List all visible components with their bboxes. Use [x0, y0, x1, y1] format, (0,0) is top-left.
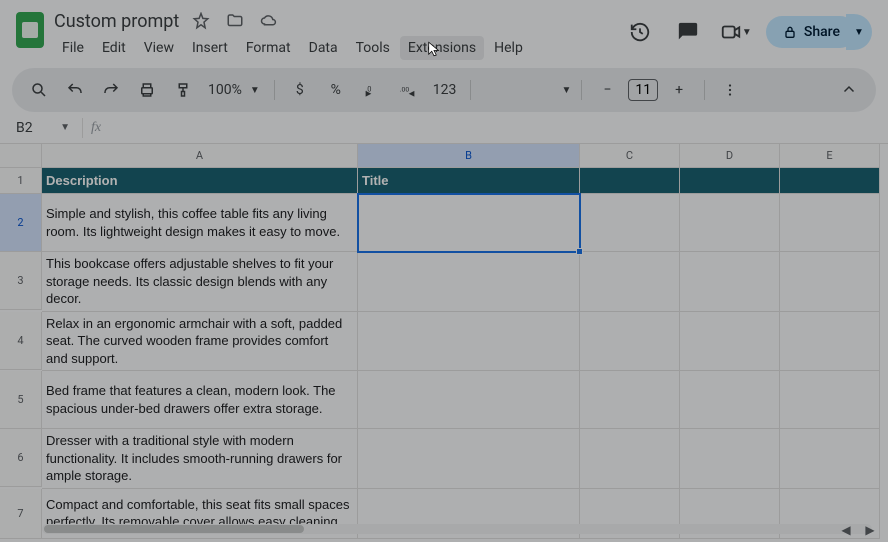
cell[interactable]	[580, 252, 680, 312]
font-size-increase[interactable]: +	[664, 75, 694, 105]
column-header-A[interactable]: A	[42, 144, 358, 167]
zoom-dropdown[interactable]: 100% ▼	[204, 82, 264, 98]
menu-help[interactable]: Help	[486, 36, 531, 60]
cell[interactable]: Title	[358, 168, 580, 194]
cell[interactable]	[580, 429, 680, 489]
menu-view[interactable]: View	[136, 36, 182, 60]
cell[interactable]	[358, 371, 580, 429]
row-header[interactable]: 2	[0, 194, 42, 252]
font-size-decrease[interactable]: −	[592, 75, 622, 105]
chevron-down-icon: ▼	[60, 122, 70, 133]
menu-file[interactable]: File	[54, 36, 92, 60]
cell[interactable]	[580, 371, 680, 429]
document-title[interactable]: Custom prompt	[54, 11, 179, 32]
cell[interactable]	[580, 312, 680, 372]
cell[interactable]	[680, 168, 780, 194]
menu-edit[interactable]: Edit	[94, 36, 134, 60]
sheet-nav-next-icon[interactable]: ▶	[860, 520, 880, 540]
toolbar: 100% ▼ $ % .0 .00 123 ▼ − 11 +	[12, 68, 876, 112]
share-label: Share	[804, 24, 840, 40]
cell[interactable]: This bookcase offers adjustable shelves …	[42, 252, 358, 312]
sheet-nav-prev-icon[interactable]: ◀	[836, 520, 856, 540]
collapse-toolbar-icon[interactable]	[834, 75, 864, 105]
menubar: File Edit View Insert Format Data Tools …	[54, 36, 612, 60]
sheets-logo[interactable]	[16, 12, 44, 48]
share-dropdown[interactable]: ▼	[846, 14, 872, 50]
currency-button[interactable]: $	[285, 75, 315, 105]
cell[interactable]	[580, 168, 680, 194]
cell[interactable]	[680, 429, 780, 489]
name-box[interactable]: B2 ▼	[12, 118, 74, 138]
percent-button[interactable]: %	[321, 75, 351, 105]
cell[interactable]	[780, 252, 880, 312]
cell[interactable]	[358, 312, 580, 372]
cell[interactable]	[680, 371, 780, 429]
cell-selected[interactable]	[358, 194, 580, 252]
row-header[interactable]: 5	[0, 371, 42, 429]
select-all-corner[interactable]	[0, 144, 42, 168]
cell[interactable]	[680, 252, 780, 312]
cell[interactable]	[358, 429, 580, 489]
formula-bar-fx-label: fx	[91, 120, 101, 136]
cell[interactable]: Relax in an ergonomic armchair with a so…	[42, 312, 358, 372]
lock-icon	[782, 24, 798, 40]
menu-data[interactable]: Data	[301, 36, 346, 60]
font-dropdown[interactable]: ▼	[481, 75, 571, 105]
menu-extensions[interactable]: Extensions	[400, 36, 484, 60]
cell[interactable]	[780, 194, 880, 252]
row-header[interactable]: 7	[0, 489, 42, 539]
menu-insert[interactable]: Insert	[184, 36, 236, 60]
cell[interactable]	[580, 194, 680, 252]
scrollbar-thumb[interactable]	[44, 525, 304, 533]
column-header-E[interactable]: E	[780, 144, 880, 167]
cell[interactable]	[780, 312, 880, 372]
cell[interactable]: Dresser with a traditional style with mo…	[42, 429, 358, 489]
meet-icon[interactable]: ▼	[718, 14, 754, 50]
row-header[interactable]: 4	[0, 312, 42, 370]
history-icon[interactable]	[622, 14, 658, 50]
cell[interactable]	[780, 168, 880, 194]
selection-handle[interactable]	[576, 248, 583, 255]
comment-icon[interactable]	[670, 14, 706, 50]
cloud-status-icon[interactable]	[257, 9, 281, 33]
menu-format[interactable]: Format	[238, 36, 299, 60]
row-header[interactable]: 6	[0, 429, 42, 487]
more-tools-icon[interactable]	[715, 75, 745, 105]
increase-decimal-icon[interactable]: .00	[393, 75, 423, 105]
more-formats-button[interactable]: 123	[429, 75, 461, 105]
decrease-decimal-icon[interactable]: .0	[357, 75, 387, 105]
font-size-input[interactable]: 11	[628, 79, 658, 101]
column-header-D[interactable]: D	[680, 144, 780, 167]
cell[interactable]: Simple and stylish, this coffee table fi…	[42, 194, 358, 252]
column-header-C[interactable]: C	[580, 144, 680, 167]
row-header[interactable]: 1	[0, 168, 42, 194]
undo-icon[interactable]	[60, 75, 90, 105]
menu-tools[interactable]: Tools	[348, 36, 398, 60]
cell[interactable]: Bed frame that features a clean, modern …	[42, 371, 358, 429]
cell[interactable]	[780, 429, 880, 489]
cell[interactable]	[680, 312, 780, 372]
move-folder-icon[interactable]	[223, 9, 247, 33]
horizontal-scrollbar[interactable]	[42, 524, 872, 534]
star-icon[interactable]	[189, 9, 213, 33]
svg-text:.00: .00	[400, 86, 410, 94]
paint-format-icon[interactable]	[168, 75, 198, 105]
redo-icon[interactable]	[96, 75, 126, 105]
print-icon[interactable]	[132, 75, 162, 105]
formula-bar[interactable]	[109, 118, 876, 137]
cell[interactable]	[680, 194, 780, 252]
row-header[interactable]: 3	[0, 252, 42, 310]
cell[interactable]	[780, 371, 880, 429]
share-button[interactable]: Share	[766, 16, 856, 48]
column-header-B[interactable]: B	[358, 144, 580, 167]
search-icon[interactable]	[24, 75, 54, 105]
cell[interactable]	[358, 252, 580, 312]
cell[interactable]: Description	[42, 168, 358, 194]
